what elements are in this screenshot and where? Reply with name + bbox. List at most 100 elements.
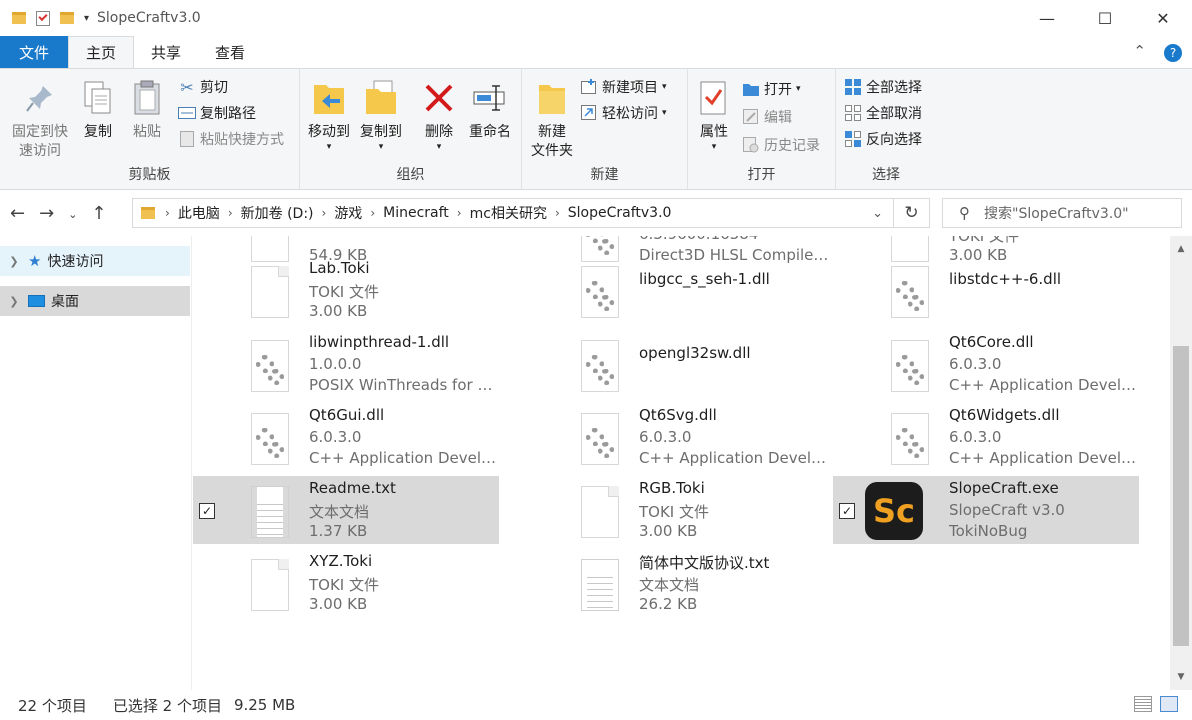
file-detail: C++ Application Developm... [949, 449, 1139, 467]
delete-icon [421, 79, 457, 117]
paste-shortcut-button[interactable]: 粘贴快捷方式 [178, 129, 284, 149]
cut-button[interactable]: ✂ 剪切 [178, 77, 228, 97]
delete-button[interactable]: 删除 ▾ [418, 79, 460, 152]
crumb-separator-icon[interactable]: › [322, 206, 327, 220]
selected-size: 9.25 MB [233, 696, 296, 714]
vertical-scrollbar[interactable]: ▲ ▼ [1170, 236, 1192, 690]
crumb-separator-icon[interactable]: › [165, 206, 170, 220]
scroll-thumb[interactable] [1173, 346, 1189, 646]
tab-view[interactable]: 查看 [198, 36, 262, 68]
file-item[interactable]: libgcc_s_seh-1.dll [523, 256, 829, 324]
file-item[interactable]: libstdc++-6.dll [833, 256, 1139, 324]
crumb-separator-icon[interactable]: › [370, 206, 375, 220]
copy-to-button[interactable]: 复制到 ▾ [356, 79, 406, 152]
paste-shortcut-icon [178, 131, 196, 147]
up-button[interactable]: ↑ [91, 203, 106, 227]
address-bar[interactable]: › 此电脑 › 新加卷 (D:) › 游戏 › Minecraft › mc相关研究 › Slope… [132, 198, 894, 228]
large-icons-view-icon[interactable] [1160, 696, 1178, 712]
open-icon [742, 81, 760, 97]
details-view-icon[interactable] [1134, 696, 1152, 712]
new-folder-quick-icon[interactable] [60, 12, 74, 24]
nav-item-quick-access[interactable]: ❯ ★ 快速访问 [0, 246, 190, 276]
file-detail: 26.2 KB [639, 595, 698, 613]
close-button[interactable]: ✕ [1134, 0, 1192, 36]
file-item[interactable]: Qt6Svg.dll 6.0.3.0 C++ Application Develop… [523, 403, 829, 471]
copy-path-button[interactable]: 复制路径 [178, 103, 256, 123]
file-item[interactable]: Qt6Gui.dll 6.0.3.0 C++ Application Develop… [193, 403, 499, 471]
expand-chevron-icon[interactable]: ❯ [0, 295, 28, 308]
file-name: Qt6Gui.dll [309, 406, 385, 424]
copy-button[interactable]: 复制 [76, 79, 120, 142]
file-item[interactable]: libwinpthread-1.dll 1.0.0.0 POSIX WinThrea… [193, 330, 499, 398]
crumb-separator-icon[interactable]: › [555, 206, 560, 220]
folder-icon [12, 12, 26, 24]
address-dropdown-icon[interactable]: ⌄ [872, 206, 883, 221]
crumb-item[interactable]: mc相关研究 [470, 203, 547, 223]
minimize-button[interactable]: — [1018, 0, 1076, 36]
tab-file[interactable]: 文件 [0, 36, 69, 68]
crumb-separator-icon[interactable]: › [457, 206, 462, 220]
refresh-button[interactable]: ↻ [894, 198, 930, 228]
rename-button[interactable]: 重命名 [462, 79, 518, 142]
maximize-button[interactable]: ☐ [1076, 0, 1134, 36]
scroll-up-icon[interactable]: ▲ [1170, 240, 1192, 258]
move-to-button[interactable]: 移动到 ▾ [304, 79, 354, 152]
crumb-item[interactable]: 游戏 [334, 203, 362, 223]
nav-item-desktop[interactable]: ❯ 桌面 [0, 286, 190, 316]
file-item[interactable]: RGB.Toki TOKI 文件 3.00 KB [523, 476, 829, 544]
dll-gear-icon [251, 413, 289, 465]
open-button[interactable]: 打开 ▾ [742, 79, 801, 99]
file-item[interactable]: Lab.Toki TOKI 文件 3.00 KB [193, 256, 499, 324]
invert-selection-button[interactable]: 反向选择 [844, 129, 922, 149]
file-item[interactable]: Qt6Core.dll 6.0.3.0 C++ Application Develo… [833, 330, 1139, 398]
file-item[interactable]: opengl32sw.dll [523, 330, 829, 398]
navigation-pane: ❯ ★ 快速访问 ❯ 桌面 [0, 236, 192, 690]
crumb-item[interactable]: SlopeCraftv3.0 [568, 205, 672, 221]
back-button[interactable]: ← [10, 203, 25, 227]
file-detail: 3.00 KB [309, 302, 368, 320]
edit-button[interactable]: 编辑 [742, 107, 792, 127]
file-detail: C++ Application Developm... [639, 449, 829, 467]
pin-quick-access-button[interactable]: 固定到快 速访问 [8, 79, 72, 161]
forward-button[interactable]: → [39, 203, 54, 227]
tab-share[interactable]: 共享 [134, 36, 198, 68]
dropdown-chevron-icon: ▾ [662, 108, 667, 118]
dropdown-chevron-icon: ▾ [436, 142, 442, 152]
recent-locations-icon[interactable]: ⌄ [68, 203, 77, 227]
file-item[interactable]: XYZ.Toki TOKI 文件 3.00 KB [193, 549, 499, 617]
crumb-item[interactable]: 此电脑 [178, 203, 220, 223]
slopecraft-app-icon: Sc [865, 482, 923, 540]
scroll-down-icon[interactable]: ▼ [1170, 668, 1192, 686]
collapse-ribbon-icon[interactable]: ⌃ [1133, 42, 1146, 62]
tab-home[interactable]: 主页 [68, 36, 135, 68]
expand-chevron-icon[interactable]: ❯ [0, 255, 28, 268]
selection-checkbox[interactable]: ✓ [199, 503, 215, 519]
easy-access-button[interactable]: 轻松访问 ▾ [580, 103, 667, 123]
paste-button[interactable]: 粘贴 [124, 79, 170, 142]
new-item-button[interactable]: 新建项目 ▾ [580, 77, 667, 97]
crumb-separator-icon[interactable]: › [228, 206, 233, 220]
file-item[interactable]: ✓ Readme.txt 文本文档 1.37 KB [193, 476, 499, 544]
properties-button[interactable]: 属性 ▾ [692, 79, 736, 152]
new-folder-icon [534, 79, 570, 117]
file-name: Qt6Widgets.dll [949, 406, 1060, 424]
help-icon[interactable]: ? [1164, 44, 1182, 62]
window-title: SlopeCraftv3.0 [97, 10, 201, 26]
folder-icon [141, 207, 155, 219]
select-all-button[interactable]: 全部选择 [844, 77, 922, 97]
file-item[interactable]: 简体中文版协议.txt 文本文档 26.2 KB [523, 549, 829, 617]
new-folder-button[interactable]: 新建 文件夹 [526, 79, 578, 161]
properties-quick-icon[interactable] [36, 10, 50, 26]
crumb-item[interactable]: 新加卷 (D:) [241, 203, 314, 223]
dropdown-chevron-icon: ▾ [796, 84, 801, 94]
file-name: Qt6Svg.dll [639, 406, 717, 424]
history-button[interactable]: 历史记录 [742, 135, 820, 155]
file-item[interactable]: Sc ✓ SlopeCraft.exe SlopeCraft v3.0 TokiNoBu… [833, 476, 1139, 544]
file-item[interactable]: Qt6Widgets.dll 6.0.3.0 C++ Application Dev… [833, 403, 1139, 471]
selection-checkbox[interactable]: ✓ [839, 503, 855, 519]
file-type: 文本文档 [639, 576, 700, 594]
select-none-button[interactable]: 全部取消 [844, 103, 922, 123]
search-box[interactable]: ⚲ 搜索"SlopeCraftv3.0" [942, 198, 1182, 228]
crumb-item[interactable]: Minecraft [383, 205, 449, 221]
customize-quick-access-icon[interactable]: ▾ [84, 13, 89, 24]
